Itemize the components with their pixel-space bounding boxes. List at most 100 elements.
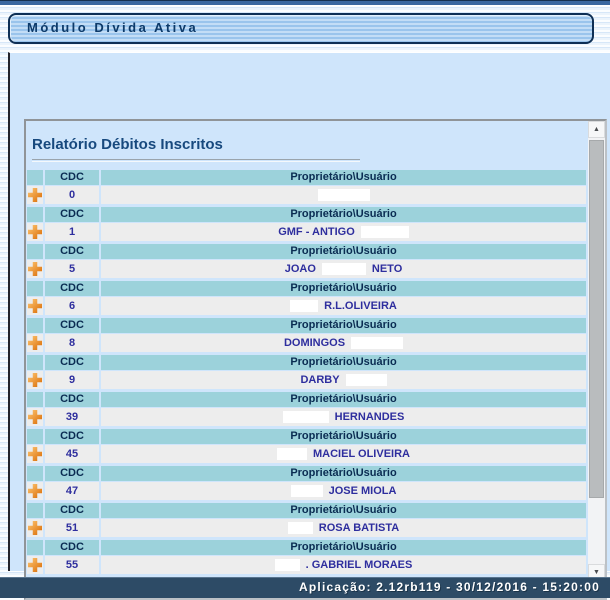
column-header-owner: Proprietário\Usuário: [101, 281, 586, 296]
owner-value: [101, 186, 586, 204]
expand-cell: [27, 408, 43, 426]
expand-plus-icon[interactable]: [28, 262, 42, 276]
expand-plus-icon[interactable]: [28, 521, 42, 535]
header-icon-cell: [27, 318, 43, 333]
report-view: Relatório Débitos Inscritos CDC Propriet…: [26, 121, 588, 581]
record-data-row: 55 . GABRIEL MORAES: [27, 556, 586, 574]
content-panel: Relatório Débitos Inscritos CDC Propriet…: [8, 52, 610, 571]
column-header-owner: Proprietário\Usuário: [101, 429, 586, 444]
vertical-scrollbar[interactable]: ▲ ▼: [588, 121, 605, 581]
owner-value: R.L.OLIVEIRA: [101, 297, 586, 315]
record-data-row: 45 MACIEL OLIVEIRA: [27, 445, 586, 463]
owner-value: DARBY: [101, 371, 586, 389]
expand-plus-icon[interactable]: [28, 410, 42, 424]
owner-value: DOMINGOS: [101, 334, 586, 352]
expand-cell: [27, 445, 43, 463]
owner-value: MACIEL OLIVEIRA: [101, 445, 586, 463]
record: CDC Proprietário\Usuário 5 JOAONETO: [27, 244, 586, 278]
redacted-text-box: [291, 485, 323, 497]
cdc-value: 55: [45, 556, 99, 574]
record-header-row: CDC Proprietário\Usuário: [27, 466, 586, 481]
expand-plus-icon[interactable]: [28, 558, 42, 572]
header-icon-cell: [27, 170, 43, 185]
record: CDC Proprietário\Usuário 55 . GABRIEL MO…: [27, 540, 586, 574]
cdc-value: 9: [45, 371, 99, 389]
record: CDC Proprietário\Usuário 47 JOSE MIOLA: [27, 466, 586, 500]
module-title-bar: Módulo Dívida Ativa: [8, 13, 594, 44]
expand-plus-icon[interactable]: [28, 484, 42, 498]
redacted-text-box: [288, 522, 313, 534]
header-icon-cell: [27, 355, 43, 370]
record-data-row: 8 DOMINGOS: [27, 334, 586, 352]
record-header-row: CDC Proprietário\Usuário: [27, 244, 586, 259]
owner-value: JOSE MIOLA: [101, 482, 586, 500]
header-icon-cell: [27, 244, 43, 259]
vertical-scroll-thumb[interactable]: [589, 140, 604, 498]
record-data-row: 1 GMF - ANTIGO: [27, 223, 586, 241]
owner-value: ROSA BATISTA: [101, 519, 586, 537]
column-header-owner: Proprietário\Usuário: [101, 466, 586, 481]
owner-name-text: MACIEL OLIVEIRA: [313, 448, 410, 460]
cdc-value: 1: [45, 223, 99, 241]
record: CDC Proprietário\Usuário 9 DARBY: [27, 355, 586, 389]
expand-plus-icon[interactable]: [28, 336, 42, 350]
column-header-cdc: CDC: [45, 170, 99, 185]
record: CDC Proprietário\Usuário 8 DOMINGOS: [27, 318, 586, 352]
column-header-cdc: CDC: [45, 281, 99, 296]
cdc-value: 8: [45, 334, 99, 352]
arrow-up-icon: ▲: [593, 126, 600, 133]
cdc-value: 39: [45, 408, 99, 426]
header-icon-cell: [27, 503, 43, 518]
record: CDC Proprietário\Usuário 45 MACIEL OLIVE…: [27, 429, 586, 463]
record-header-row: CDC Proprietário\Usuário: [27, 540, 586, 555]
expand-plus-icon[interactable]: [28, 188, 42, 202]
record-data-row: 6 R.L.OLIVEIRA: [27, 297, 586, 315]
record-header-row: CDC Proprietário\Usuário: [27, 503, 586, 518]
column-header-cdc: CDC: [45, 429, 99, 444]
redacted-text-box: [361, 226, 409, 238]
record-header-row: CDC Proprietário\Usuário: [27, 392, 586, 407]
column-header-cdc: CDC: [45, 318, 99, 333]
column-header-owner: Proprietário\Usuário: [101, 244, 586, 259]
record: CDC Proprietário\Usuário 39 HERNANDES: [27, 392, 586, 426]
expand-plus-icon[interactable]: [28, 447, 42, 461]
cdc-value: 5: [45, 260, 99, 278]
owner-name-text: JOAO: [285, 263, 316, 275]
redacted-text-box: [275, 559, 300, 571]
expand-cell: [27, 260, 43, 278]
expand-cell: [27, 297, 43, 315]
scroll-up-button[interactable]: ▲: [588, 121, 605, 138]
record-header-row: CDC Proprietário\Usuário: [27, 318, 586, 333]
column-header-owner: Proprietário\Usuário: [101, 318, 586, 333]
expand-cell: [27, 186, 43, 204]
title-divider: [32, 159, 360, 162]
redacted-text-box: [322, 263, 366, 275]
header-icon-cell: [27, 207, 43, 222]
record-data-row: 5 JOAONETO: [27, 260, 586, 278]
expand-cell: [27, 223, 43, 241]
owner-name-text: ROSA BATISTA: [319, 522, 399, 534]
record: CDC Proprietário\Usuário 6 R.L.OLIVEIRA: [27, 281, 586, 315]
cdc-value: 0: [45, 186, 99, 204]
expand-plus-icon[interactable]: [28, 299, 42, 313]
report-title: Relatório Débitos Inscritos: [32, 136, 588, 153]
expand-plus-icon[interactable]: [28, 225, 42, 239]
redacted-text-box: [318, 189, 370, 201]
column-header-owner: Proprietário\Usuário: [101, 392, 586, 407]
records-list: CDC Proprietário\Usuário 0 CDC Proprietá…: [27, 170, 586, 581]
column-header-cdc: CDC: [45, 355, 99, 370]
column-header-owner: Proprietário\Usuário: [101, 207, 586, 222]
column-header-cdc: CDC: [45, 392, 99, 407]
record-header-row: CDC Proprietário\Usuário: [27, 170, 586, 185]
expand-plus-icon[interactable]: [28, 373, 42, 387]
owner-value: GMF - ANTIGO: [101, 223, 586, 241]
owner-name-text: DOMINGOS: [284, 337, 345, 349]
cdc-value: 47: [45, 482, 99, 500]
redacted-text-box: [283, 411, 329, 423]
record-data-row: 0: [27, 186, 586, 204]
column-header-owner: Proprietário\Usuário: [101, 170, 586, 185]
record-data-row: 47 JOSE MIOLA: [27, 482, 586, 500]
owner-name-text: R.L.OLIVEIRA: [324, 300, 397, 312]
expand-cell: [27, 519, 43, 537]
report-scroll-panel: Relatório Débitos Inscritos CDC Propriet…: [24, 119, 607, 600]
